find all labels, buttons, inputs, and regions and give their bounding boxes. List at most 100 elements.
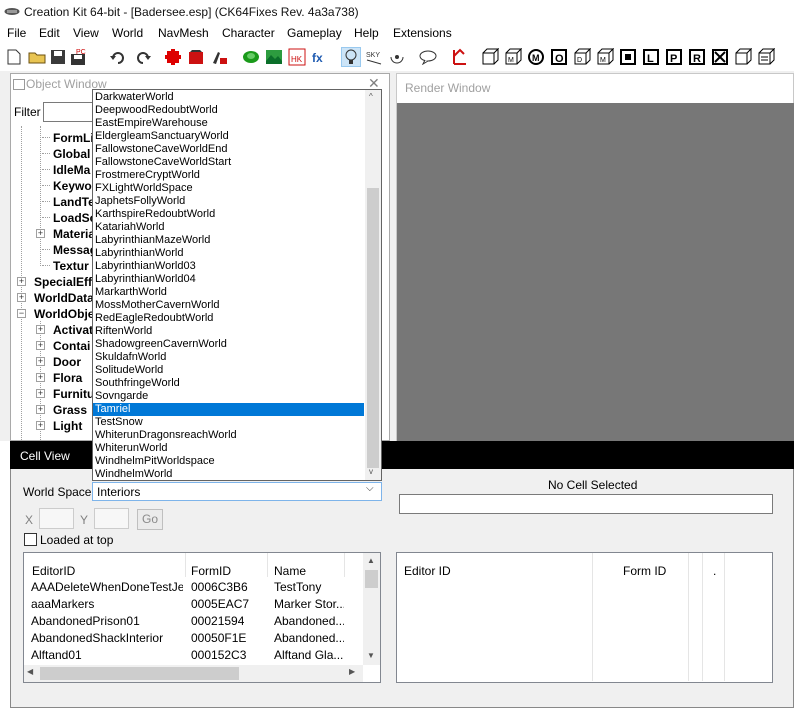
y-coordinate-input[interactable]	[94, 508, 129, 529]
expand-icon[interactable]: +	[36, 357, 45, 366]
column-divider[interactable]	[592, 553, 593, 681]
table-cell[interactable]: 000152C3	[191, 648, 246, 662]
cube-l-icon[interactable]: L	[641, 47, 661, 67]
go-button[interactable]: Go	[137, 509, 163, 530]
cube-lines-icon[interactable]	[756, 47, 776, 67]
marker-icon[interactable]	[449, 47, 469, 67]
cube-o-icon[interactable]: O	[549, 47, 569, 67]
menu-edit[interactable]: Edit	[39, 26, 60, 40]
tree-item[interactable]: Activat	[53, 323, 93, 337]
menu-help[interactable]: Help	[354, 26, 379, 40]
preferences-icon[interactable]	[163, 47, 183, 67]
dropdown-option[interactable]: EastEmpireWarehouse	[93, 117, 364, 130]
cube-m2-icon[interactable]: M	[595, 47, 615, 67]
tree-item[interactable]: LoadSc	[53, 211, 95, 225]
tree-item[interactable]: WorldData	[34, 291, 94, 305]
collapse-icon[interactable]: −	[17, 309, 26, 318]
wind-icon[interactable]	[387, 47, 407, 67]
dropdown-option[interactable]: DarkwaterWorld	[93, 91, 364, 104]
dropdown-option[interactable]: TestSnow	[93, 416, 364, 429]
scroll-thumb[interactable]	[367, 188, 379, 468]
menu-character[interactable]: Character	[222, 26, 275, 40]
save-icon[interactable]	[48, 47, 68, 67]
column-divider[interactable]	[688, 553, 689, 681]
column-divider[interactable]	[344, 553, 345, 577]
cube-icon[interactable]	[480, 47, 500, 67]
undo-icon[interactable]	[109, 47, 129, 67]
sky-icon[interactable]: SKY	[364, 47, 384, 67]
expand-icon[interactable]: +	[36, 325, 45, 334]
brush-icon[interactable]	[210, 47, 230, 67]
table-cell[interactable]: 0005EAC7	[191, 597, 249, 611]
dropdown-option[interactable]: EldergleamSanctuaryWorld	[93, 130, 364, 143]
new-icon[interactable]	[4, 47, 24, 67]
tree-item[interactable]: Light	[53, 419, 82, 433]
expand-icon[interactable]: +	[36, 421, 45, 430]
tree-item[interactable]: FormLi	[53, 131, 94, 145]
tree-item[interactable]: Grass	[53, 403, 87, 417]
chevron-down-icon[interactable]: ⌵	[366, 483, 374, 494]
expand-icon[interactable]: +	[17, 293, 26, 302]
expand-icon[interactable]: +	[36, 341, 45, 350]
scroll-up-icon[interactable]: ▲	[367, 556, 375, 565]
column-header-extra[interactable]: .	[713, 564, 716, 578]
table-cell[interactable]: AAADeleteWhenDoneTestJer...	[31, 580, 183, 594]
table-cell[interactable]: Marker Stor...	[274, 597, 344, 611]
dropdown-option[interactable]: JaphetsFollyWorld	[93, 195, 364, 208]
cell-name-field[interactable]	[399, 494, 773, 514]
cube-r-icon[interactable]: R	[687, 47, 707, 67]
dropdown-option[interactable]: FallowstoneCaveWorldEnd	[93, 143, 364, 156]
dropdown-option[interactable]: LabyrinthianWorld	[93, 247, 364, 260]
scroll-right-icon[interactable]: ▶	[349, 667, 355, 676]
column-header-editor-id[interactable]: Editor ID	[404, 564, 451, 578]
dropdown-option[interactable]: FallowstoneCaveWorldStart	[93, 156, 364, 169]
scroll-up-icon[interactable]: ^	[369, 92, 373, 101]
cube-grid-icon[interactable]	[733, 47, 753, 67]
menu-gameplay[interactable]: Gameplay	[287, 26, 342, 40]
dropdown-option[interactable]: LabyrinthianWorld03	[93, 260, 364, 273]
x-coordinate-input[interactable]	[39, 508, 74, 529]
table-cell[interactable]: Abandoned...	[274, 614, 344, 628]
scroll-down-icon[interactable]: v	[369, 467, 373, 476]
dropdown-option[interactable]: FXLightWorldSpace	[93, 182, 364, 195]
tree-item[interactable]: SpecialEff	[34, 275, 92, 289]
tree-item[interactable]: IdleMa	[53, 163, 90, 177]
cube-x-icon[interactable]	[710, 47, 730, 67]
pc-save-icon[interactable]: PC	[69, 47, 89, 67]
landscape-icon[interactable]	[241, 47, 261, 67]
cube-n-icon[interactable]	[618, 47, 638, 67]
column-divider[interactable]	[185, 553, 186, 577]
tree-item[interactable]: Messag	[53, 243, 95, 257]
hk-icon[interactable]: HK	[287, 47, 307, 67]
dropdown-option[interactable]: MarkarthWorld	[93, 286, 364, 299]
table-cell[interactable]: Alftand01	[31, 648, 183, 662]
table-cell[interactable]: aaaMarkers	[31, 597, 183, 611]
dropdown-option[interactable]: RiftenWorld	[93, 325, 364, 338]
fx-icon[interactable]: fx	[310, 47, 330, 67]
loaded-at-top-checkbox[interactable]	[24, 533, 37, 546]
table-cell[interactable]: TestTony	[274, 580, 344, 594]
menu-file[interactable]: File	[7, 26, 26, 40]
dropdown-option[interactable]: WindhelmPitWorldspace	[93, 455, 364, 468]
map-icon[interactable]	[264, 47, 284, 67]
tree-item[interactable]: Flora	[53, 371, 82, 385]
menu-extensions[interactable]: Extensions	[393, 26, 452, 40]
dropdown-option[interactable]: WindhelmWorld	[93, 468, 364, 481]
column-header-name[interactable]: Name	[274, 564, 306, 578]
expand-icon[interactable]: +	[36, 229, 45, 238]
column-divider[interactable]	[267, 553, 268, 577]
tree-item[interactable]: WorldObje	[34, 307, 94, 321]
column-divider[interactable]	[724, 553, 725, 681]
render-viewport[interactable]	[397, 103, 794, 441]
expand-icon[interactable]: +	[17, 277, 26, 286]
expand-icon[interactable]: +	[36, 405, 45, 414]
render-icon[interactable]	[187, 47, 207, 67]
dropdown-option[interactable]: DeepwoodRedoubtWorld	[93, 104, 364, 117]
column-header-form-id[interactable]: Form ID	[623, 564, 666, 578]
dropdown-option[interactable]: KatariahWorld	[93, 221, 364, 234]
speech-icon[interactable]	[418, 47, 438, 67]
column-header-formid[interactable]: FormID	[191, 564, 231, 578]
light-bulb-icon[interactable]	[341, 47, 361, 67]
dropdown-option[interactable]: RedEagleRedoubtWorld	[93, 312, 364, 325]
menu-view[interactable]: View	[73, 26, 99, 40]
